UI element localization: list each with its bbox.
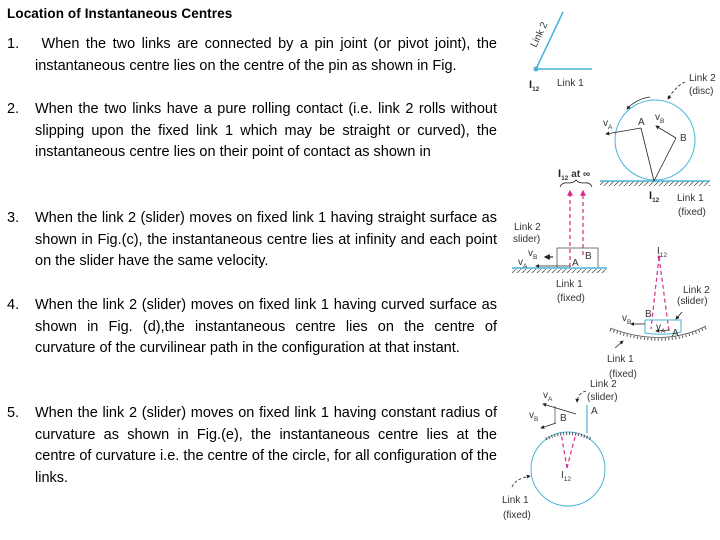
va-label: vA [656,322,666,335]
va-label: vA [543,390,553,403]
vb-label: vB [622,313,631,326]
ic-label: I12 [649,190,660,204]
figure-curved-slider: I12 Link 2 (slider) vB B vA A Link 1 (fi… [607,246,710,380]
ic-label: I12 at ∞ [558,168,590,182]
link-1-label: Link 1 [607,354,634,365]
link-1-label: Link 1 [557,78,584,89]
disc-label: Link 2 [689,73,716,84]
slider-label: Link 2 [590,379,617,390]
slider-label: Link 2 [683,285,710,296]
point-a-label: A [591,406,598,417]
point-b-label: B [645,309,652,320]
ic-label: I12 [529,79,540,93]
point-b-label: B [680,133,687,144]
point-a-label: A [672,328,679,339]
ic-line-a [566,432,577,469]
link-1-label: Link 1 [677,193,704,204]
pin-joint-dot [533,66,539,72]
slider-pointer-arrow [575,390,587,403]
point-b-label: B [585,251,592,262]
velocity-b-arrow [540,422,557,429]
slider-label: Link 2 [514,222,541,233]
figure-pin-joint: Link 2 I12 Link 1 [529,11,592,93]
point-b-label: B [560,413,567,424]
disc-pointer-arrow [667,81,686,100]
link-1-pointer-arrow [511,474,531,488]
point-a-label: A [638,117,645,128]
slider-sub-label: (slider) [677,296,708,307]
link-1-pointer-arrow [614,340,624,349]
slider-sub-label: (slider) [587,392,618,403]
velocity-b-arrow [655,125,677,139]
radius-a [640,127,655,182]
ic-line-b [560,432,568,469]
figure-rolling-disc: Link 2 (disc) vA vB A B I12 Link 1 (fixe… [600,73,716,218]
link-1-sub-label: (fixed) [503,510,531,521]
vb-label: vB [528,248,537,261]
rotation-arrow [626,96,651,110]
figure-circular-slider: Link 2 (slider) vA vB B A I12 Link 1 (fi… [502,379,618,521]
ic-label: I12 [561,470,571,483]
figure-straight-slider: I12 at ∞ Link 2 slider) vB vA A B Link 1 … [512,168,607,304]
link-1-label: Link 1 [556,279,583,290]
ic-line-b [650,256,660,330]
circle-hatch [545,432,592,441]
link-1-circle [530,431,606,507]
va-label: vA [603,118,613,131]
slider-pointer-arrow [675,311,683,320]
link-1-sub-label: (fixed) [557,293,585,304]
slider-sub-label: slider) [513,234,540,245]
disc-sub-label: (disc) [689,86,713,97]
figures-panel: Link 2 I12 Link 1 Link 2 (disc) vA vB A … [502,11,716,521]
radius-b [653,137,677,182]
link-1-sub-label: (fixed) [678,207,706,218]
vb-label: vB [529,410,538,423]
link-1-label: Link 1 [502,495,529,506]
vb-label: vB [655,112,664,125]
point-a-label: A [572,258,579,269]
